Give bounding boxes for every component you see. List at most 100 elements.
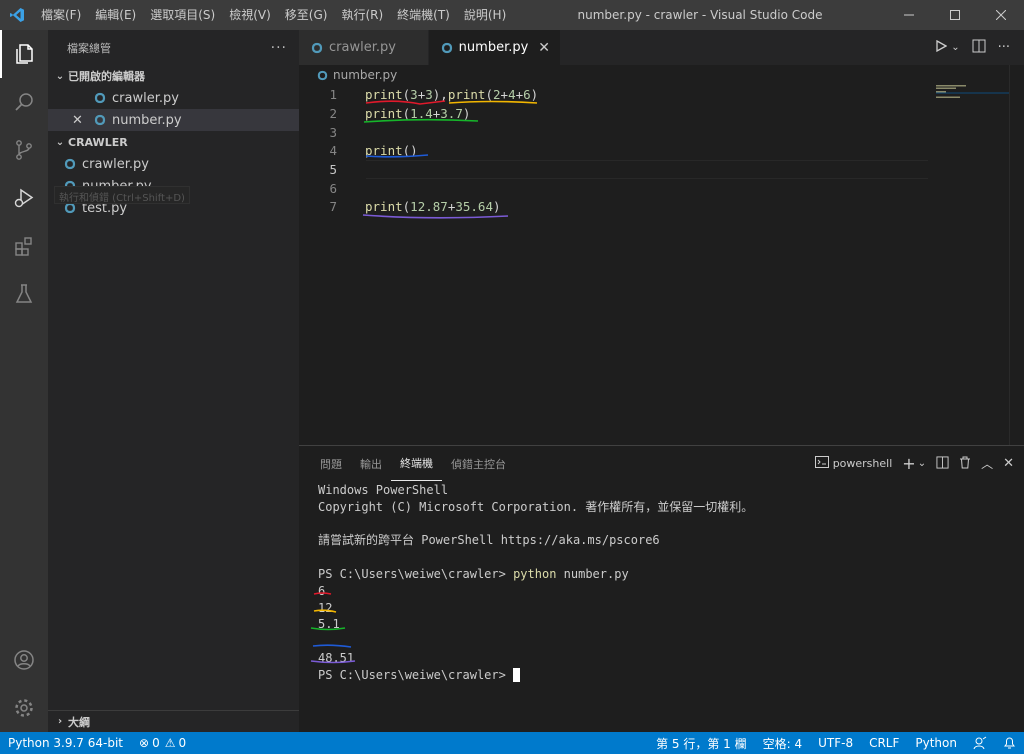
code-line[interactable]: 7 print(12.87+35.64) bbox=[299, 197, 929, 216]
python-file-icon bbox=[62, 156, 78, 172]
menu-go[interactable]: 移至(G) bbox=[278, 0, 335, 30]
testing-icon[interactable] bbox=[0, 270, 48, 318]
vscode-logo-icon bbox=[0, 0, 34, 30]
add-terminal-icon[interactable]: + bbox=[902, 454, 915, 473]
menu-help[interactable]: 說明(H) bbox=[457, 0, 513, 30]
terminal-icon bbox=[814, 455, 829, 472]
code-line[interactable]: 5 bbox=[299, 160, 929, 179]
chevron-down-icon[interactable]: ⌄ bbox=[918, 458, 926, 469]
warning-icon: ⚠ bbox=[164, 736, 176, 750]
run-python-icon[interactable] bbox=[935, 39, 948, 56]
line-ending[interactable]: CRLF bbox=[861, 732, 907, 754]
activity-bar bbox=[0, 30, 48, 732]
folder-section[interactable]: ⌄ CRAWLER bbox=[48, 131, 299, 153]
chevron-right-icon: › bbox=[57, 716, 63, 727]
chevron-down-icon: ⌄ bbox=[55, 136, 65, 148]
warning-count: 0 bbox=[178, 736, 187, 750]
menu-edit[interactable]: 編輯(E) bbox=[88, 0, 143, 30]
terminal-line: 12 bbox=[318, 600, 333, 615]
python-file-icon bbox=[92, 112, 108, 128]
maximize-icon[interactable] bbox=[932, 0, 978, 30]
maximize-panel-icon[interactable]: ︿ bbox=[981, 455, 993, 472]
settings-gear-icon[interactable] bbox=[0, 684, 48, 732]
file-item[interactable]: crawler.py bbox=[48, 153, 299, 175]
tab-number[interactable]: number.py ✕ bbox=[428, 30, 562, 65]
line-number: 3 bbox=[329, 125, 337, 140]
tab-terminal[interactable]: 終端機 bbox=[391, 446, 442, 481]
editor-tabs: crawler.py ✕ number.py ✕ ⌄ ··· bbox=[299, 30, 1024, 65]
menu-file[interactable]: 檔案(F) bbox=[34, 0, 88, 30]
chevron-down-icon: ⌄ bbox=[55, 70, 65, 82]
code-text: print(1.4+3.7) bbox=[365, 106, 471, 121]
line-number: 2 bbox=[329, 106, 337, 121]
source-control-icon[interactable] bbox=[0, 126, 48, 174]
code-editor[interactable]: 1 print(3+3),print(2+4+6) 2 print(1.4+3.… bbox=[299, 85, 929, 440]
menu-selection[interactable]: 選取項目(S) bbox=[143, 0, 222, 30]
tab-output[interactable]: 輸出 bbox=[351, 446, 391, 481]
more-actions-icon[interactable]: ··· bbox=[998, 40, 1010, 55]
cursor-position[interactable]: 第 5 行，第 1 欄 bbox=[648, 732, 755, 754]
tab-debug-console[interactable]: 偵錯主控台 bbox=[442, 446, 515, 481]
breadcrumb[interactable]: number.py bbox=[299, 65, 1024, 85]
account-icon[interactable] bbox=[0, 636, 48, 684]
language-mode[interactable]: Python bbox=[907, 732, 965, 754]
terminal-prompt-line: PS C:\Users\weiwe\crawler> python number… bbox=[318, 566, 753, 583]
menu-terminal[interactable]: 終端機(T) bbox=[390, 0, 457, 30]
tab-crawler[interactable]: crawler.py ✕ bbox=[299, 30, 429, 65]
explorer-sidebar: 檔案總管 ··· ⌄ 已開啟的編輯器 crawler.py ✕ number.p… bbox=[48, 30, 299, 732]
terminal-prompt-line: PS C:\Users\weiwe\crawler> bbox=[318, 667, 753, 684]
open-editor-item[interactable]: crawler.py bbox=[48, 87, 299, 109]
extensions-icon[interactable] bbox=[0, 222, 48, 270]
split-editor-icon[interactable] bbox=[972, 39, 986, 57]
feedback-icon[interactable] bbox=[965, 732, 995, 754]
terminal-line: 6 bbox=[318, 583, 326, 598]
close-icon[interactable]: ✕ bbox=[538, 40, 550, 56]
explorer-icon[interactable] bbox=[0, 30, 48, 78]
code-line[interactable]: 2 print(1.4+3.7) bbox=[299, 104, 929, 123]
tab-label: number.py bbox=[458, 40, 529, 55]
title-bar: 檔案(F) 編輯(E) 選取項目(S) 檢視(V) 移至(G) 執行(R) 終端… bbox=[0, 0, 1024, 30]
code-line[interactable]: 1 print(3+3),print(2+4+6) bbox=[299, 85, 929, 104]
folder-label: CRAWLER bbox=[68, 135, 128, 149]
line-number: 5 bbox=[329, 162, 337, 177]
close-window-icon[interactable] bbox=[978, 0, 1024, 30]
terminal-cursor bbox=[513, 668, 521, 683]
open-editor-item[interactable]: ✕ number.py bbox=[48, 109, 299, 131]
code-line[interactable]: 6 bbox=[299, 179, 929, 198]
menu-view[interactable]: 檢視(V) bbox=[222, 0, 278, 30]
terminal-line: 5.1 bbox=[318, 617, 340, 632]
line-number: 1 bbox=[329, 87, 337, 102]
open-editors-section[interactable]: ⌄ 已開啟的編輯器 bbox=[48, 65, 299, 87]
tab-problems[interactable]: 問題 bbox=[311, 446, 351, 481]
code-line[interactable]: 3 bbox=[299, 123, 929, 142]
menu-run[interactable]: 執行(R) bbox=[334, 0, 390, 30]
run-debug-icon[interactable] bbox=[0, 174, 48, 222]
shell-name[interactable]: powershell bbox=[833, 457, 893, 470]
terminal-line: 48.51 bbox=[318, 650, 355, 665]
outline-section[interactable]: › 大綱 bbox=[48, 710, 299, 732]
minimap[interactable] bbox=[929, 85, 1009, 440]
tab-label: crawler.py bbox=[329, 40, 396, 55]
open-editor-label: crawler.py bbox=[112, 90, 179, 106]
trash-icon[interactable] bbox=[959, 456, 971, 472]
chevron-down-icon[interactable]: ⌄ bbox=[951, 42, 959, 53]
search-icon[interactable] bbox=[0, 78, 48, 126]
open-editor-label: number.py bbox=[112, 112, 182, 128]
encoding[interactable]: UTF-8 bbox=[810, 732, 861, 754]
minimize-icon[interactable] bbox=[886, 0, 932, 30]
close-icon[interactable]: ✕ bbox=[72, 113, 88, 128]
indentation[interactable]: 空格: 4 bbox=[755, 732, 811, 754]
vertical-scrollbar[interactable] bbox=[1009, 65, 1024, 445]
terminal-output[interactable]: Windows PowerShell Copyright (C) Microso… bbox=[318, 482, 753, 684]
split-terminal-icon[interactable] bbox=[936, 455, 949, 472]
problems-count[interactable]: ⊗ 0 ⚠ 0 bbox=[131, 732, 194, 754]
notifications-bell-icon[interactable] bbox=[995, 732, 1024, 754]
sidebar-title: 檔案總管 bbox=[67, 41, 111, 55]
more-actions-icon[interactable]: ··· bbox=[271, 40, 287, 56]
python-interpreter[interactable]: Python 3.9.7 64-bit bbox=[0, 732, 131, 754]
close-panel-icon[interactable]: ✕ bbox=[1003, 456, 1014, 471]
code-line[interactable]: 4 print() bbox=[299, 141, 929, 160]
